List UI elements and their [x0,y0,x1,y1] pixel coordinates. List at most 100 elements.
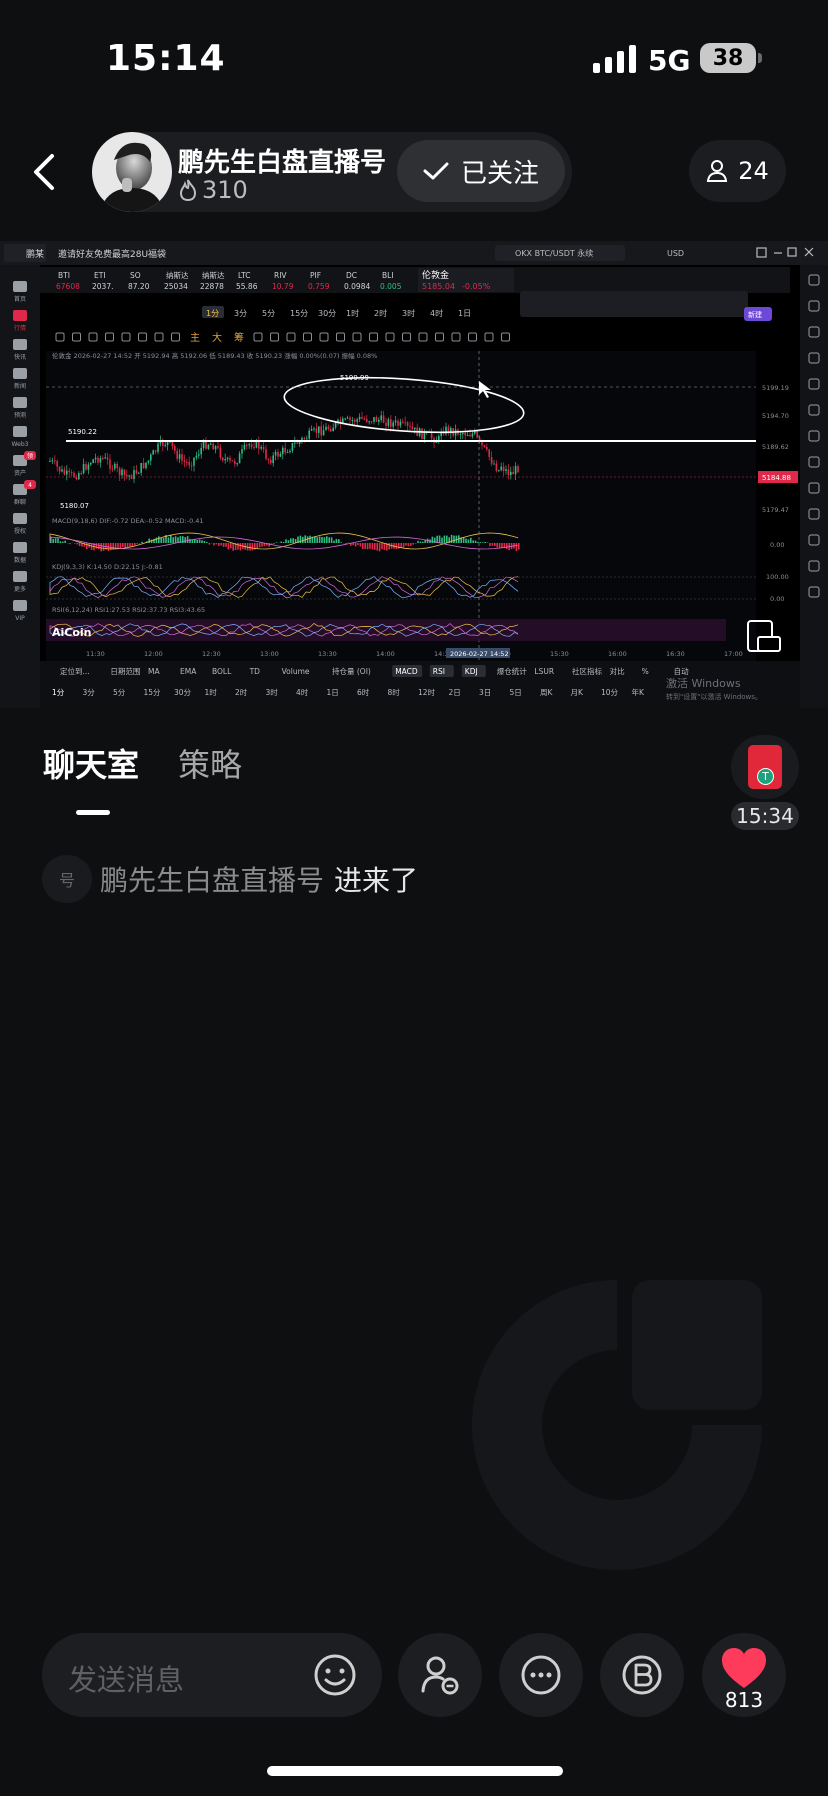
stream-candle-body [260,447,262,449]
stream-candle-body [327,426,330,429]
stream-tool-big: 大 [212,331,222,344]
stream-macd-bar [162,537,165,543]
stream-bottom-timeframe: 5日 [510,688,522,697]
stream-candle-body [493,463,495,465]
stream-macd-bar [330,537,333,543]
stream-macd-bar [249,543,251,551]
stream-draw-tool-icon [138,332,147,342]
stream-candle-body [462,433,464,435]
guest-button[interactable] [398,1633,482,1717]
stream-macd-bar [482,542,484,543]
stream-candle-body [296,442,298,444]
stream-candle-body [222,457,224,461]
stream-macd-bar [446,535,448,543]
stream-ticker-value: 0.759 [308,282,330,291]
stream-macd-bar [184,537,186,543]
stream-macd-bar [333,540,335,543]
message-input[interactable]: 发送消息 [42,1633,382,1717]
stream-candle-body [193,457,195,466]
stream-candle-body [330,428,332,432]
stream-candle-body [349,417,351,421]
stream-bottom-timeframe: 12时 [418,687,436,697]
stream-macd-bar [506,543,508,549]
status-time: 15:14 [106,38,226,79]
stream-macd-bar [198,539,201,543]
stream-candle-body [282,447,284,454]
follow-button[interactable]: 已关注 [397,140,565,202]
stream-candle-body [313,428,315,430]
stream-candle-body [363,418,366,420]
stream-macd-bar [57,538,59,543]
stream-bottom-timeframe: 8时 [388,687,401,697]
message-placeholder: 发送消息 [68,1663,185,1697]
stream-macd-bar [64,540,66,543]
stream-macd-bar [366,543,369,550]
stream-bottom-timeframe: 15分 [144,688,162,697]
stream-candle-body [51,460,54,462]
stream-price-tick: 5179.47 [762,506,789,514]
stream-draw-tool-icon [121,332,131,342]
stream-macd-bar [491,543,494,546]
stream-candle-body [70,472,73,474]
stream-macd-axis: 0.00 [770,541,784,549]
check-icon [423,162,449,180]
stream-macd-bar [59,541,62,543]
stream-indicator-tab: 日期范围 [110,666,140,676]
stream-bottom-timeframe: 周K [540,688,553,697]
stream-ticker-name: DC [346,271,357,280]
chat-username[interactable]: 鹏先生白盘直播号 [100,859,324,899]
stream-ticker-value: 10.79 [272,282,294,291]
stream-macd-bar [273,543,275,545]
stream-candle-body [500,466,502,471]
viewer-count[interactable]: 24 [689,140,786,202]
stream-candle-body [229,457,231,461]
stream-macd-bar [388,543,390,550]
person-icon [707,160,728,182]
stream-candle-body [399,421,402,426]
back-button[interactable] [24,148,64,196]
stream-candle-body [378,419,380,422]
stream-candle-body [243,444,246,450]
more-button[interactable] [499,1633,583,1717]
stream-nav-icon [13,368,27,379]
emoji-icon[interactable] [312,1652,358,1698]
stream-macd-bar [321,537,323,543]
host-avatar[interactable] [92,132,172,212]
stream-draw-tool-icon [253,332,263,342]
stream-macd-bar [484,541,486,543]
home-indicator[interactable] [267,1766,563,1776]
stream-candle-body [54,460,56,462]
chevron-left-icon [34,154,54,190]
stream-macd-bar [213,543,215,546]
stream-draw-tool-icon [105,332,114,342]
stream-candle-body [248,444,250,446]
coin-button[interactable] [600,1633,684,1717]
stream-macd-bar [225,543,227,547]
stream-bottom-timeframe: 3日 [479,688,491,697]
stream-indicator-tab: TD [249,667,261,676]
chat-text: 进来了 [334,864,419,897]
host-name[interactable]: 鹏先生白盘直播号 [178,142,386,179]
stream-level-label: 5190.22 [68,428,97,436]
stream-macd-bar [170,535,172,543]
tab-strategy[interactable]: 策略 [178,740,242,786]
more-dots-icon [521,1655,561,1695]
tab-chat-room[interactable]: 聊天室 [43,740,139,786]
stream-macd-bar [467,539,470,543]
stream-macd-bar [364,543,366,549]
stream-candle-body [502,466,505,472]
stream-candle-body [102,458,104,460]
stream-candle-body [392,422,394,427]
stream-price-tick: 5189.62 [762,443,789,451]
red-packet-button[interactable]: T [731,735,799,799]
stream-candle-body [495,463,498,472]
viewer-number: 24 [738,157,769,185]
host-info[interactable]: 鹏先生白盘直播号 310 已关注 [92,132,572,212]
stream-macd-bar [515,543,518,552]
stream-candle-body [380,415,382,420]
live-stream-video[interactable]: 鹏某 邀请好友免费最高28U福袋 OKX BTC/USDT 永续 USD 首页行… [0,241,828,708]
stream-macd-bar [172,537,174,543]
stream-nav-icon [13,513,27,524]
stream-bottom-timeframe: 10分 [601,688,619,697]
stream-nav-icon [13,310,27,321]
